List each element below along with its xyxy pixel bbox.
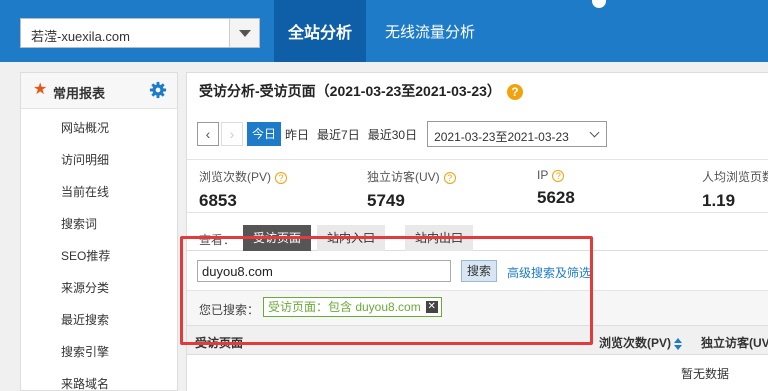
sidebar-section-title: 常用报表 — [53, 86, 106, 101]
column-header-pv-label: 浏览次数(PV) — [599, 336, 672, 350]
sidebar-item-referrer-domain[interactable]: 来路域名 — [61, 375, 109, 391]
no-data-text: 暂无数据 — [681, 367, 730, 381]
column-header-uv[interactable]: 独立访客(UV — [701, 334, 768, 351]
metric-avg-pages-value: 1.19 — [702, 191, 736, 210]
filter-tag: 受访页面：包含 duyou8.com ✕ — [263, 297, 442, 317]
metric-uv: 独立访客(UV)? 5749 — [367, 168, 456, 211]
site-selector[interactable]: 若滢-xuexila.com — [20, 18, 260, 48]
sort-icon[interactable] — [674, 337, 683, 350]
metric-ip: IP? 5628 — [537, 168, 575, 208]
top-nav-bar: 若滢-xuexila.com 全站分析 无线流量分析 — [0, 0, 768, 62]
star-icon: ★ — [33, 81, 48, 98]
date-yesterday-button[interactable]: 昨日 — [281, 126, 313, 143]
column-header-page: 受访页面 — [195, 336, 244, 350]
date-last7-button[interactable]: 最近7日 — [313, 126, 364, 143]
site-selector-value: 若滢-xuexila.com — [31, 29, 130, 44]
sidebar-header: ★ 常用报表 — [21, 73, 177, 109]
question-icon[interactable]: ? — [552, 169, 565, 182]
page-title: 受访分析-受访页面（2021-03-23至2021-03-23） — [199, 83, 501, 99]
search-row: 搜索 高级搜索及筛选 — [187, 251, 768, 291]
nav-notch — [592, 0, 606, 8]
view-tabs-row: 查看： 受访页面 站内入口 站内出口 — [187, 223, 768, 251]
help-icon[interactable]: ? — [506, 84, 523, 101]
chevron-down-icon[interactable] — [229, 19, 259, 47]
metric-pv-value: 6853 — [199, 191, 237, 210]
close-icon[interactable]: ✕ — [425, 301, 438, 313]
metric-uv-label: 独立访客(UV) — [367, 170, 440, 184]
metric-pv-label: 浏览次数(PV) — [199, 170, 272, 184]
sidebar-item-source-category[interactable]: 来源分类 — [61, 279, 109, 296]
view-label: 查看： — [199, 233, 236, 247]
date-last30-button[interactable]: 最近30日 — [364, 126, 421, 143]
advanced-search-link[interactable]: 高级搜索及筛选 — [507, 264, 591, 281]
date-range-value: 2021-03-23至2021-03-23 — [434, 130, 569, 144]
searched-label: 您已搜索： — [199, 303, 260, 317]
metric-ip-value: 5628 — [537, 188, 575, 207]
date-today-button[interactable]: 今日 — [247, 122, 282, 146]
metric-avg-pages: 人均浏览页数 1.19 — [702, 168, 768, 211]
next-date-button[interactable]: › — [221, 122, 243, 146]
gear-icon[interactable] — [149, 81, 167, 99]
sidebar-item-overview[interactable]: 网站概况 — [61, 119, 109, 136]
metric-uv-value: 5749 — [367, 191, 405, 210]
tab-site-exit[interactable]: 站内出口 — [405, 225, 474, 251]
chevron-down-icon — [589, 127, 600, 138]
sidebar-item-recent-search[interactable]: 最近搜索 — [61, 311, 109, 328]
tab-wireless-analysis[interactable]: 无线流量分析 — [370, 0, 490, 62]
sidebar-item-visit-detail[interactable]: 访问明细 — [61, 151, 109, 168]
sidebar: ★ 常用报表 网站概况 访问明细 当前在线 搜索词 SEO推荐 来源分类 最近搜… — [20, 72, 178, 391]
main-panel: 受访分析-受访页面（2021-03-23至2021-03-23）? ‹ › 今日… — [186, 72, 768, 391]
search-input[interactable] — [197, 260, 451, 282]
date-toolbar: ‹ › 今日 昨日 最近7日 最近30日 2021-03-23至2021-03-… — [197, 121, 608, 147]
tab-site-entry[interactable]: 站内入口 — [317, 225, 386, 251]
date-range-select[interactable]: 2021-03-23至2021-03-23 — [427, 121, 608, 147]
search-button[interactable]: 搜索 — [461, 260, 497, 282]
sidebar-item-search-engine[interactable]: 搜索引擎 — [61, 343, 109, 360]
tab-visited-pages[interactable]: 受访页面 — [243, 225, 312, 251]
searched-filters-row: 您已搜索： 受访页面：包含 duyou8.com ✕ — [187, 291, 768, 325]
table-header: 受访页面 浏览次数(PV) 独立访客(UV — [187, 325, 768, 355]
tab-site-analysis[interactable]: 全站分析 — [274, 0, 366, 62]
column-header-pv[interactable]: 浏览次数(PV) — [599, 334, 683, 351]
sidebar-item-online[interactable]: 当前在线 — [61, 183, 109, 200]
metrics-row: 浏览次数(PV)? 6853 独立访客(UV)? 5749 IP? 5628 人… — [187, 159, 768, 213]
sidebar-item-search-words[interactable]: 搜索词 — [61, 215, 97, 232]
question-icon[interactable]: ? — [275, 171, 288, 184]
sidebar-item-seo[interactable]: SEO推荐 — [61, 247, 110, 264]
page-title-row: 受访分析-受访页面（2021-03-23至2021-03-23）? — [199, 81, 523, 101]
metric-avg-pages-label: 人均浏览页数 — [702, 170, 768, 184]
question-icon[interactable]: ? — [443, 171, 456, 184]
prev-date-button[interactable]: ‹ — [197, 122, 219, 146]
filter-tag-text: 受访页面：包含 duyou8.com — [268, 300, 421, 314]
metric-pv: 浏览次数(PV)? 6853 — [199, 168, 288, 211]
metric-ip-label: IP — [537, 168, 549, 182]
